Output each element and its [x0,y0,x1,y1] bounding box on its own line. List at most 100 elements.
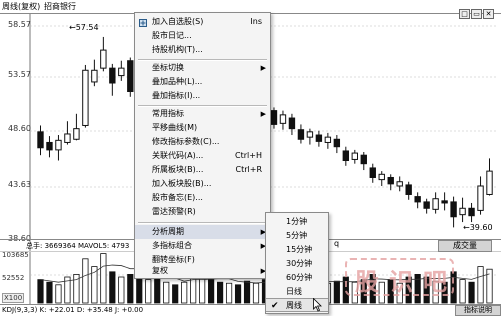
submenu-arrow-icon: ▶ [260,110,266,118]
candle-body [306,131,314,138]
volume-bar [109,271,116,304]
watermark-text: 股识吧 [355,268,457,296]
candle [468,202,475,223]
candle-body [288,117,296,130]
volume-bar [100,253,107,304]
menu-item-stock-diary[interactable]: 股市日记... [135,29,270,43]
high-price-annotation: ←57.54 [69,23,99,32]
volume-bar [145,279,152,304]
candle [459,197,466,223]
candle [324,132,332,149]
volume-bar [154,276,161,304]
candle [378,171,385,186]
volume-bar [208,279,215,304]
menu-item-edit-params[interactable]: 修改指标参数(C)... [135,135,270,149]
candle-body [55,139,62,151]
menu-item-add-watchlist[interactable]: 加入自选股(S) Ins [135,15,270,29]
candle [64,121,71,145]
volume-bar [217,281,224,304]
volume-label-mid: 52552 [2,274,25,282]
menu-item-add-sector-stock[interactable]: 加入板块股(B)... [135,177,270,191]
candle [37,125,44,156]
period-60min[interactable]: 60分钟 [266,271,328,285]
candle-body [109,67,116,84]
volume-bar [55,284,62,304]
candle [288,113,296,136]
volume-bar [118,276,125,304]
candle [414,192,421,209]
candle-body [414,196,421,203]
menu-item-stock-memo[interactable]: 股市备忘(E)... [135,191,270,205]
candle [423,198,430,214]
volume-bar [163,281,170,304]
submenu-arrow-icon: ▶ [260,64,266,72]
menu-item-axis-switch[interactable]: 坐标切换 ▶ [135,61,270,75]
indicator-help-button[interactable]: 指标说明 [455,305,501,316]
candle [387,174,394,191]
candle-body [441,200,448,204]
menu-item-analysis-period[interactable]: 分析周期 ▶ [135,225,270,239]
candle-body [342,150,350,162]
period-15min[interactable]: 15分钟 [266,243,328,257]
menu-item-sector[interactable]: 所属板块(B)... Ctrl+R [135,163,270,177]
volume-bar [252,282,260,304]
candle [270,107,278,129]
period-daily[interactable]: 日线 [266,285,328,299]
candle-body [315,134,323,142]
high-arrow-icon: ← [69,23,76,32]
volume-bar [459,279,466,304]
candle-body [486,170,493,195]
candle [441,192,448,211]
candle-body [396,181,403,187]
candle [127,57,134,97]
candle-body [423,201,430,209]
candle-body [369,167,376,178]
y-label-43-63: 43.63 [8,180,31,189]
candle [279,110,287,130]
candle-body [100,49,107,69]
menu-item-shift-curve[interactable]: 平移曲线(M) [135,121,270,135]
volume-label-max: 103685 [2,251,29,259]
candle [432,192,439,214]
candle-body [46,141,53,151]
kdj-bar: KDJ(9,3,3) K: +22.01 D: +35.48 J: +0.00 [0,304,501,316]
menu-item-radar-alert[interactable]: 雷达预警(R) [135,205,270,219]
volume-bar [468,281,475,304]
candle [100,36,107,72]
period-1min[interactable]: 1分钟 [266,215,328,229]
volume-bar [181,281,188,304]
candle [118,60,125,81]
stock-chart-window: { "header": { "mode": "周线(复权)", "stock_n… [0,0,501,316]
y-label-53-57: 53.57 [8,70,31,79]
period-5min[interactable]: 5分钟 [266,229,328,243]
volume-bar [199,276,206,304]
volume-button[interactable]: 成交量 [438,240,492,252]
context-menu: 加入自选股(S) Ins 股市日记... 持股机构(T)... 坐标切换 ▶ 叠加… [134,12,271,279]
candle [342,146,350,166]
y-label-48-60: 48.60 [8,124,31,133]
candle [315,130,323,147]
candle-body [450,201,457,218]
menu-item-multi-indicator[interactable]: 多指标组合 ▶ [135,239,270,253]
candle [297,124,305,144]
menu-item-related-code[interactable]: 关联代码(A)... Ctrl+H [135,149,270,163]
candle-body [378,173,385,181]
candle [450,196,457,228]
period-30min[interactable]: 30分钟 [266,257,328,271]
y-label-58-57: 58.57 [8,20,31,29]
menu-item-overlay-indicator[interactable]: 叠加指标(I)... [135,89,270,103]
candle-body [432,198,439,210]
menu-item-holding-institutions[interactable]: 持股机构(T)... [135,43,270,57]
candle-body [360,154,367,165]
menu-item-common-indicators[interactable]: 常用指标 ▶ [135,107,270,121]
menu-item-overlay-symbol[interactable]: 叠加品种(L)... [135,75,270,89]
kdj-text: KDJ(9,3,3) K: +22.01 D: +35.48 J: +0.00 [2,306,144,314]
menu-separator [138,222,267,224]
candle-body [351,152,358,160]
candle-body [324,136,332,143]
menu-item-adjust-price[interactable]: 复权 ▶ [135,265,270,277]
candle [55,135,62,161]
watermark-logo: 股识吧 [345,258,454,296]
volume-bar [127,273,134,304]
candle [360,152,367,171]
